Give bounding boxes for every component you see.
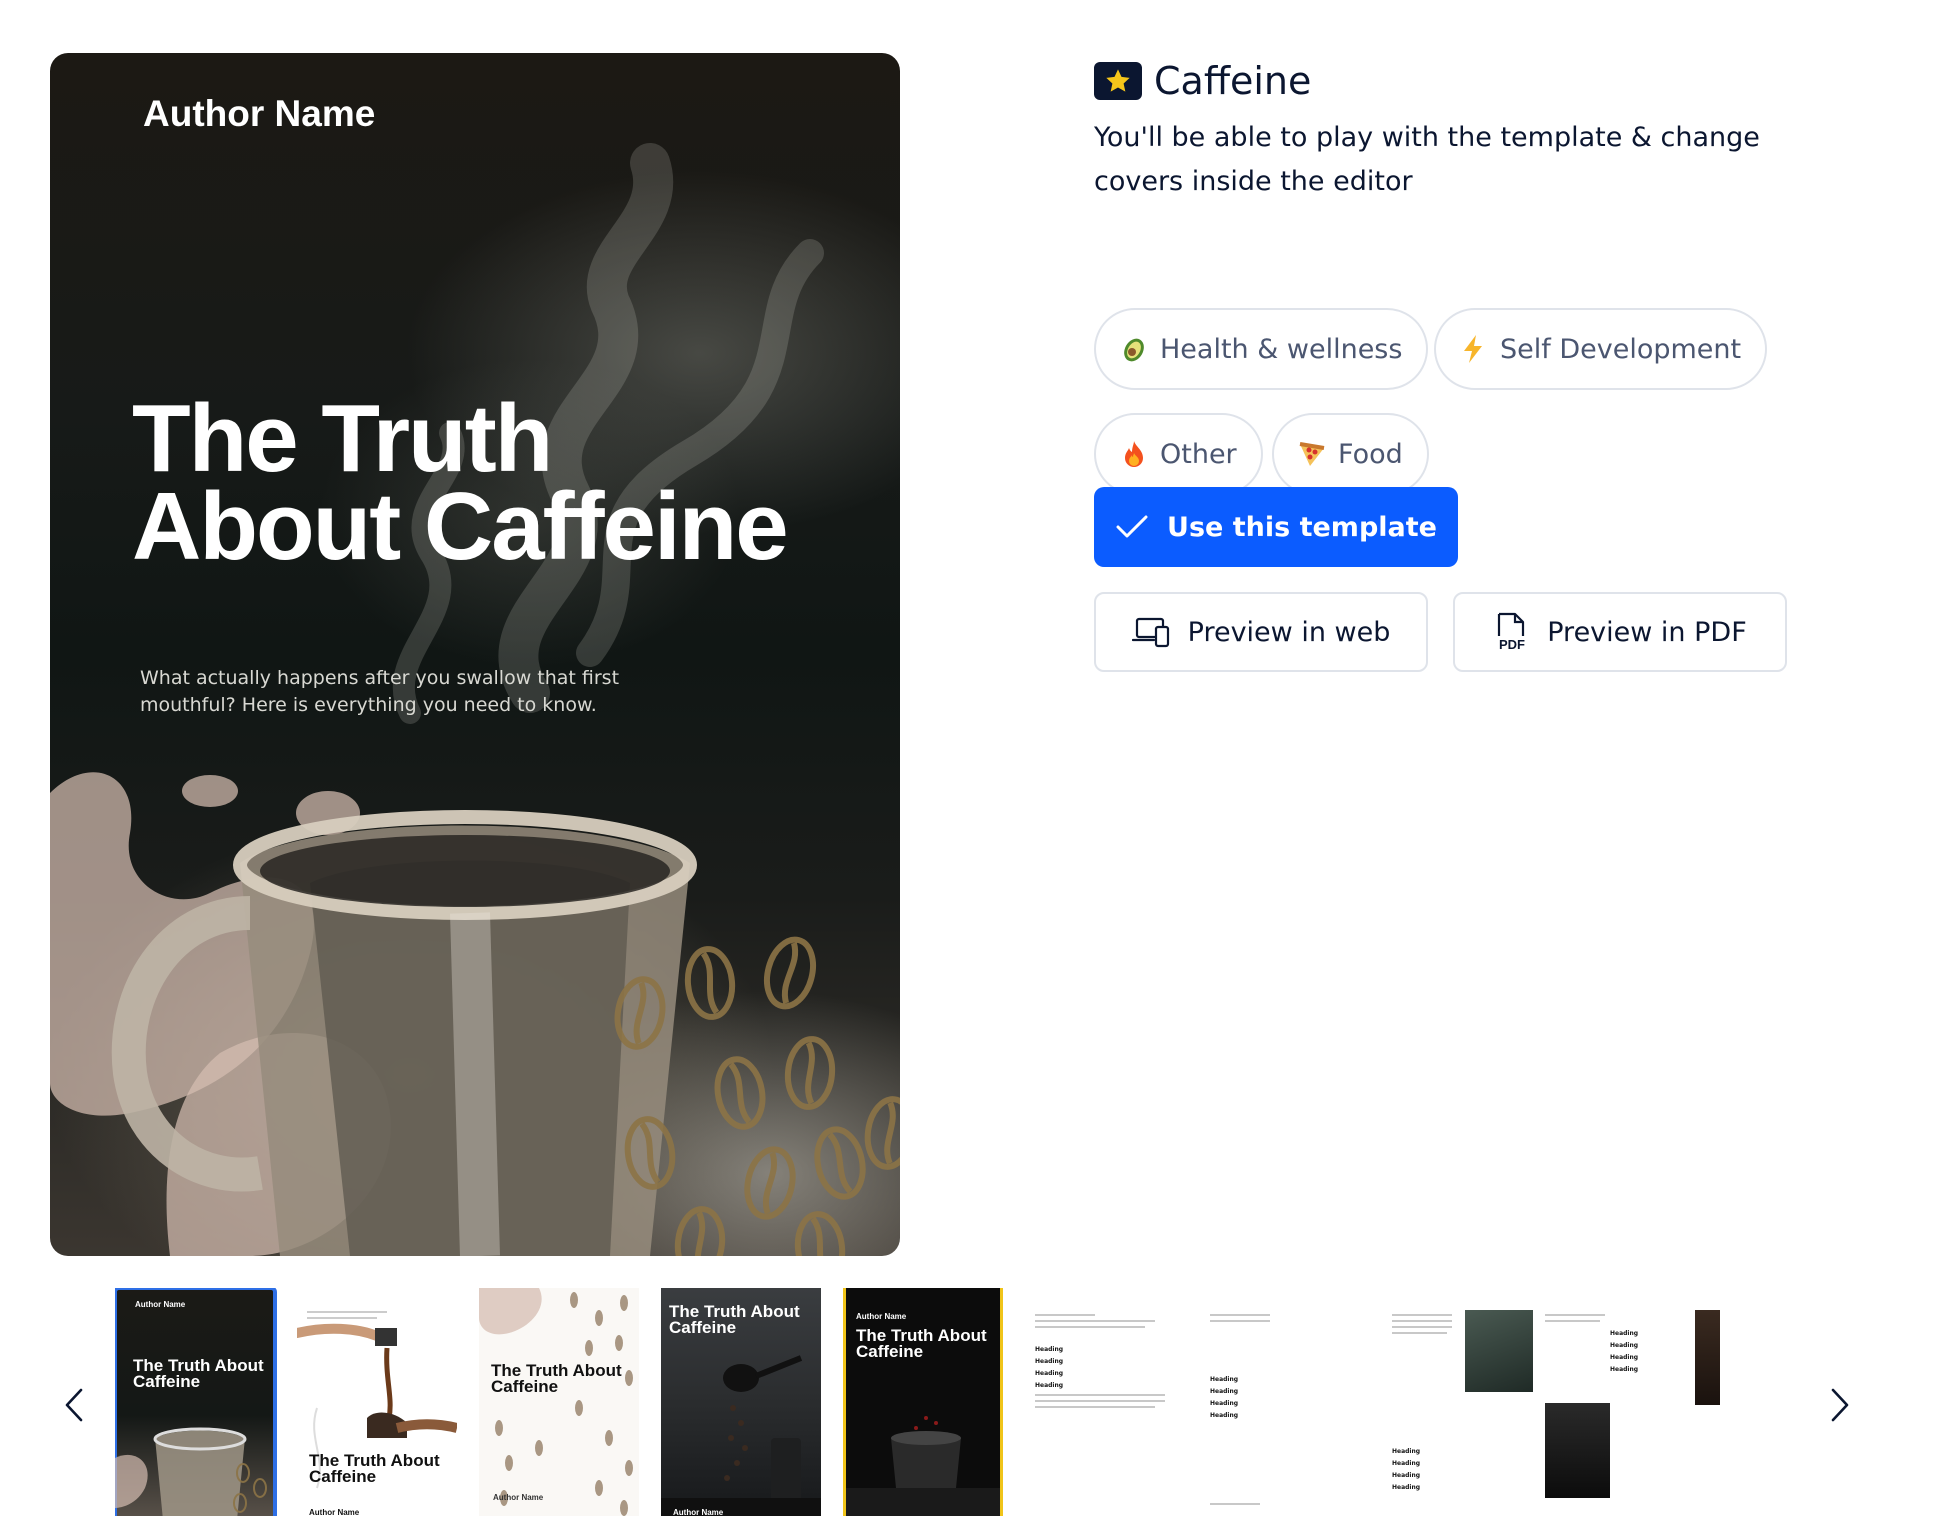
tag-label: Self Development — [1500, 333, 1742, 365]
spread-heading: Heading — [1610, 1330, 1639, 1337]
spread-heading: Heading — [1210, 1400, 1239, 1407]
spread-heading: Heading — [1210, 1412, 1239, 1419]
cover-artwork — [50, 143, 900, 1256]
star-icon — [1094, 62, 1142, 100]
spread-heading: Heading — [1210, 1388, 1239, 1395]
use-template-button[interactable]: Use this template — [1094, 487, 1458, 567]
preview-pdf-button[interactable]: PDF Preview in PDF — [1453, 592, 1787, 672]
thumbnail-art — [479, 1288, 633, 1516]
thumbnail-cover-4[interactable]: The Truth About Caffeine Author Name — [661, 1288, 821, 1516]
devices-icon — [1131, 616, 1172, 648]
template-name: Caffeine — [1154, 59, 1312, 103]
chevron-left-icon — [65, 1388, 83, 1422]
thumbnail-cover-1[interactable]: Author Name The Truth About Caffeine — [115, 1288, 277, 1516]
tag-self-development[interactable]: Self Development — [1434, 308, 1768, 390]
cover-thumbnail-strip: Author Name The Truth About Caffeine The… — [115, 1288, 1800, 1516]
tag-label: Other — [1160, 438, 1237, 470]
chevron-right-icon — [1831, 1388, 1849, 1422]
template-cover-preview: Author Name The Truth About Caffeine Wha… — [50, 53, 900, 1256]
preview-pdf-label: Preview in PDF — [1547, 616, 1747, 648]
checkmark-icon — [1115, 514, 1149, 540]
thumbnail-title: The Truth About Caffeine — [856, 1326, 987, 1361]
cover-title-line-1: The Truth — [132, 385, 553, 492]
template-description: You'll be able to play with the template… — [1094, 122, 1760, 197]
cover-title: The Truth About Caffeine — [132, 385, 852, 580]
thumbnail-cover-3[interactable]: The Truth About Caffeine Author Name — [479, 1288, 639, 1516]
fire-icon — [1118, 438, 1150, 470]
spread-heading: Heading — [1035, 1370, 1064, 1377]
spread-heading: Heading — [1392, 1472, 1421, 1479]
cover-title-line-2: About Caffeine — [132, 473, 789, 580]
thumbnail-cover-5[interactable]: Author Name The Truth About Caffeine — [843, 1288, 1003, 1516]
thumbnail-author: Author Name — [493, 1493, 544, 1502]
cover-subtitle: What actually happens after you swallow … — [140, 667, 620, 716]
thumbnail-page-spread-2[interactable]: Heading Heading Heading Heading Heading … — [1390, 1288, 1720, 1516]
thumbnail-title: The Truth About Caffeine — [309, 1451, 440, 1486]
thumbnail-author: Author Name — [673, 1508, 724, 1516]
spread-heading: Heading — [1610, 1366, 1639, 1373]
lightning-icon — [1458, 333, 1490, 365]
spread-heading: Heading — [1035, 1382, 1064, 1389]
spread-heading: Heading — [1210, 1376, 1239, 1383]
thumbnail-page-spread-1[interactable]: Heading Heading Heading Heading Heading … — [1025, 1288, 1355, 1516]
tag-label: Food — [1338, 438, 1403, 470]
spread-heading: Heading — [1610, 1354, 1639, 1361]
pdf-file-icon: PDF — [1493, 612, 1531, 652]
spread-photo — [1545, 1403, 1610, 1498]
template-details-panel: Caffeine You'll be able to play with the… — [1094, 56, 1854, 672]
avocado-icon — [1118, 333, 1150, 365]
preview-web-label: Preview in web — [1187, 616, 1391, 648]
cover-author: Author Name — [143, 93, 376, 134]
tag-label: Health & wellness — [1160, 333, 1403, 365]
thumbnail-title: The Truth About Caffeine — [669, 1302, 800, 1337]
tag-other[interactable]: Other — [1094, 413, 1263, 495]
preview-web-button[interactable]: Preview in web — [1094, 592, 1428, 672]
spread-heading: Heading — [1392, 1448, 1421, 1455]
thumbnail-art — [115, 1427, 267, 1516]
thumbnail-cover-2[interactable]: The Truth About Caffeine Author Name — [297, 1288, 457, 1516]
thumbnail-art — [846, 1416, 1000, 1516]
spread-heading: Heading — [1610, 1342, 1639, 1349]
pdf-icon-text: PDF — [1499, 637, 1525, 652]
pizza-icon — [1296, 438, 1328, 470]
spread-photo — [1465, 1310, 1533, 1392]
spread-heading: Heading — [1392, 1484, 1421, 1491]
thumbnail-author: Author Name — [309, 1508, 360, 1516]
thumbnail-author: Author Name — [856, 1312, 907, 1321]
use-template-label: Use this template — [1167, 511, 1437, 543]
tag-food[interactable]: Food — [1272, 413, 1429, 495]
previous-arrow-button[interactable] — [54, 1380, 94, 1430]
next-arrow-button[interactable] — [1820, 1380, 1860, 1430]
tag-health-wellness[interactable]: Health & wellness — [1094, 308, 1429, 390]
spread-heading: Heading — [1035, 1358, 1064, 1365]
template-heading-row: Caffeine — [1094, 56, 1854, 106]
spread-photo — [1695, 1310, 1720, 1405]
spread-heading: Heading — [1035, 1346, 1064, 1353]
thumbnail-title: The Truth About Caffeine — [491, 1361, 622, 1396]
spread-heading: Heading — [1392, 1460, 1421, 1467]
